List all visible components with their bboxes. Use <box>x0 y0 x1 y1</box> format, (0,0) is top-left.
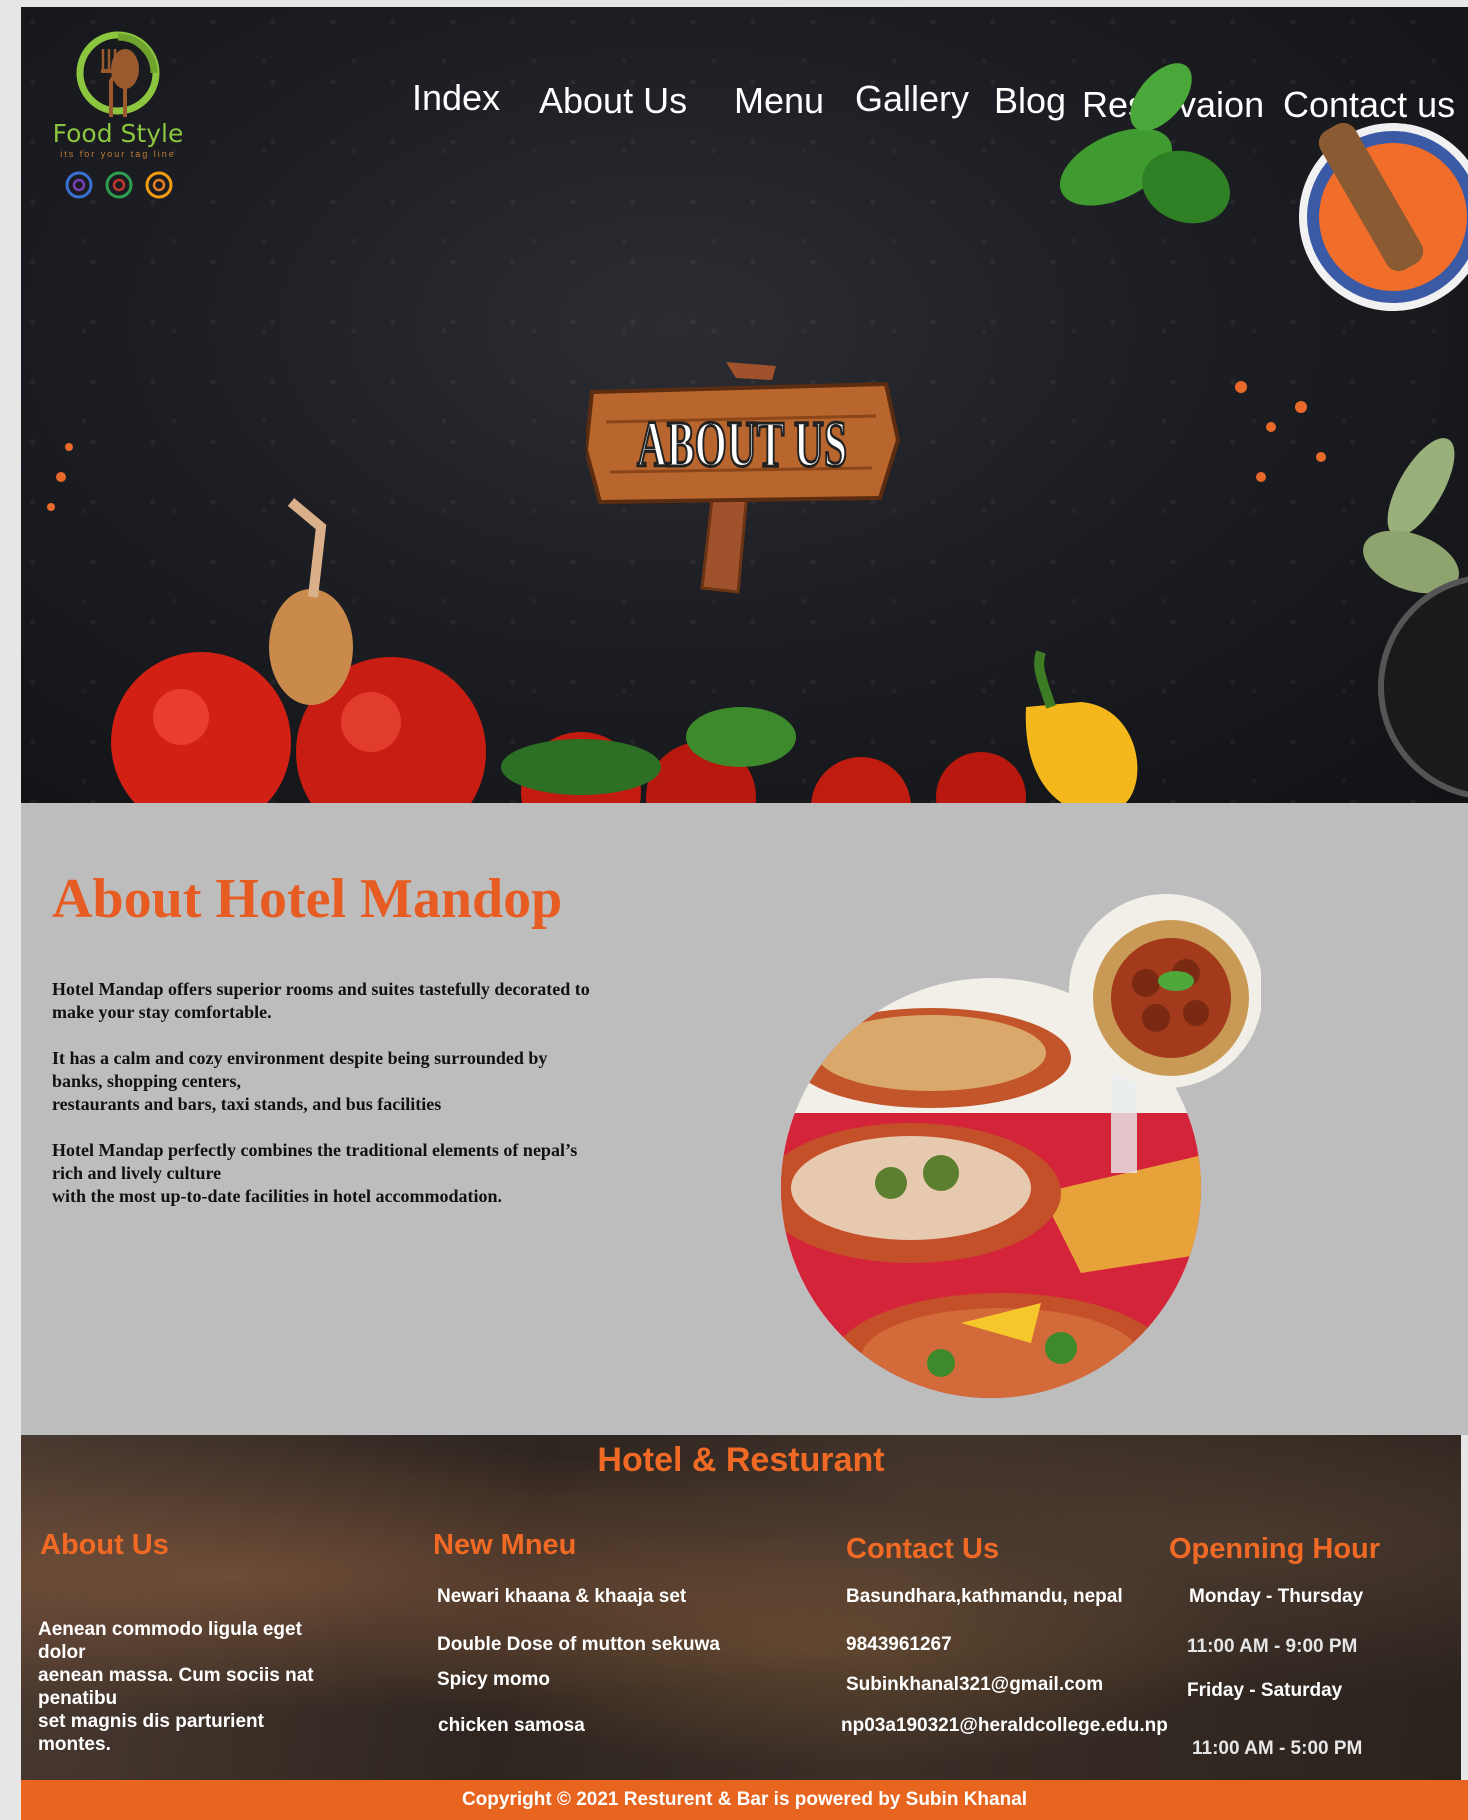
about-description: Hotel Mandap offers superior rooms and s… <box>52 978 692 1231</box>
footer-menu-item-1[interactable]: Newari khaana & khaaja set <box>437 1585 686 1608</box>
footer-hours-time-2: 11:00 AM - 5:00 PM <box>1192 1738 1363 1759</box>
footer-menu-item-4[interactable]: chicken samosa <box>438 1714 585 1737</box>
about-paragraph-1: Hotel Mandap offers superior rooms and s… <box>52 979 590 1022</box>
hero-vegetables-illustration <box>47 63 1468 803</box>
footer-heading: Hotel & Resturant <box>597 1441 885 1479</box>
footer-hours-days-1: Monday - Thursday <box>1189 1586 1364 1607</box>
site-footer: Hotel & Resturant About Us Aenean commod… <box>21 1435 1461 1787</box>
page: Food Style its for your tag line Index A… <box>21 7 1468 1820</box>
footer-contact-email-1[interactable]: Subinkhanal321@gmail.com <box>846 1673 1103 1696</box>
footer-hours-time-1: 11:00 AM - 9:00 PM <box>1187 1636 1358 1657</box>
hero-banner: Food Style its for your tag line Index A… <box>21 7 1468 803</box>
about-title: About Hotel Mandop <box>52 868 563 930</box>
footer-hours-days-2: Friday - Saturday <box>1187 1680 1343 1701</box>
about-paragraph-2: It has a calm and cozy environment despi… <box>52 1048 548 1114</box>
food-collage-image <box>781 894 1261 1398</box>
copyright-bar: Copyright © 2021 Resturent & Bar is powe… <box>21 1780 1468 1820</box>
footer-menu-item-2[interactable]: Double Dose of mutton sekuwa <box>437 1633 720 1656</box>
footer-about-text: Aenean commodo ligula eget dolor aenean … <box>38 1619 314 1755</box>
footer-menu-item-3[interactable]: Spicy momo <box>437 1668 550 1691</box>
footer-about-title: About Us <box>40 1529 169 1561</box>
about-section: About Hotel Mandop Hotel Mandap offers s… <box>21 803 1468 1435</box>
footer-contact-title: Contact Us <box>846 1533 1000 1565</box>
footer-contact-email-2[interactable]: np03a190321@heraldcollege.edu.np <box>841 1714 1168 1737</box>
footer-contact-address: Basundhara,kathmandu, nepal <box>846 1586 1123 1607</box>
footer-hours-title: Openning Hour <box>1169 1533 1381 1565</box>
footer-contact-phone[interactable]: 9843961267 <box>846 1633 952 1656</box>
footer-menu-title: New Mneu <box>433 1529 577 1561</box>
about-paragraph-3: Hotel Mandap perfectly combines the trad… <box>52 1140 578 1206</box>
